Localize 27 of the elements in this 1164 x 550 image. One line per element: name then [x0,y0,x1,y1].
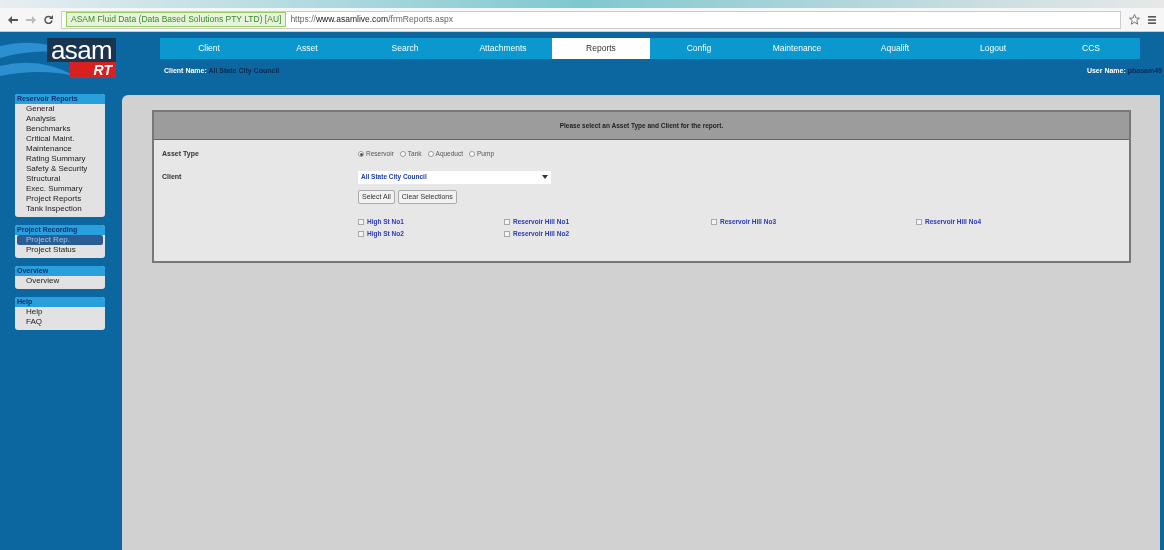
sidebar-item[interactable]: Help [17,307,103,317]
sidebar-item[interactable]: Project Reports [17,194,103,204]
sidebar-item[interactable]: FAQ [17,317,103,327]
logo-wordmark: asam [47,38,116,62]
menu-icon[interactable] [1148,15,1156,24]
sidebar-item[interactable]: Project Status [17,245,103,255]
site-identity-badge[interactable]: ASAM Fluid Data (Data Based Solutions PTY LTD) [AU] [66,12,287,27]
sidebar-item[interactable]: Tank Inspection [17,204,103,214]
sidebar-item[interactable]: Exec. Summary [17,184,103,194]
nav-tab[interactable]: Reports [552,38,650,59]
star-icon[interactable] [1129,14,1140,25]
sidebar-item[interactable]: Analysis [17,114,103,124]
sidebar-item[interactable]: Project Rep. [17,235,103,245]
dropdown-caret-icon [542,175,548,179]
sidebar-item[interactable]: General [17,104,103,114]
sidebar-item[interactable]: Benchmarks [17,124,103,134]
reload-icon[interactable] [44,15,53,24]
back-icon[interactable] [8,15,18,24]
sidebar-item[interactable]: Structural [17,174,103,184]
sidebar-item[interactable]: Rating Summary [17,154,103,164]
sidebar-item[interactable]: Safety & Security [17,164,103,174]
sidebar-item[interactable]: Critical Maint. [17,134,103,144]
sidebar-item[interactable]: Maintenance [17,144,103,154]
logo-badge: RT [69,62,116,78]
sidebar-item[interactable]: Overview [17,276,103,286]
address-bar[interactable]: ASAM Fluid Data (Data Based Solutions PTY LTD) [AU] https://www.asamlive.com/frmReports.aspx [61,10,1121,29]
url-text: https://www.asamlive.com/frmReports.aspx [290,13,453,26]
